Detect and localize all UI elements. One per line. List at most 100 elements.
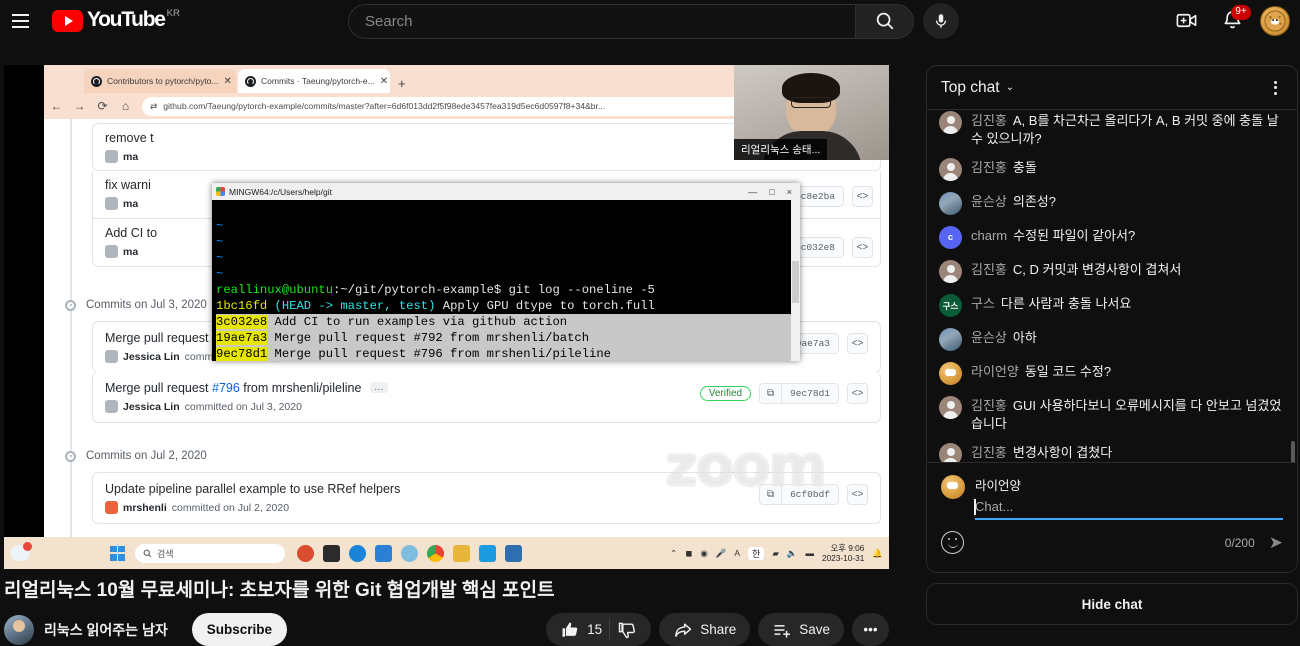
chat-avatar[interactable] [939, 111, 962, 134]
search-input[interactable]: Search [348, 3, 856, 39]
taskbar-clock[interactable]: 오후 9:06 2023-10-31 [822, 543, 864, 563]
chat-author[interactable]: 윤슨상 [971, 194, 1007, 209]
commit-title[interactable]: Merge pull request #796 from mrshenli/pi… [105, 381, 388, 395]
home-icon[interactable]: ⌂ [119, 99, 132, 113]
chat-scrollbar[interactable] [1291, 441, 1295, 462]
tray-mic-icon[interactable]: 🎤 [716, 548, 727, 559]
chat-avatar[interactable] [939, 443, 962, 462]
app-icon-tomato[interactable] [297, 544, 314, 562]
new-tab-button[interactable]: + [392, 76, 412, 93]
notifications-button[interactable]: 9+ [1214, 3, 1251, 39]
account-avatar[interactable] [1260, 5, 1290, 36]
hide-chat-button[interactable]: Hide chat [926, 583, 1298, 625]
chat-author[interactable]: 김진홍 [971, 398, 1007, 413]
commit-row[interactable]: Merge pull request #796 from mrshenli/pi… [92, 372, 881, 423]
close-icon[interactable]: × [787, 187, 792, 197]
commit-title[interactable]: Update pipeline parallel example to use … [105, 482, 400, 496]
back-icon[interactable]: ← [50, 99, 63, 113]
browse-code-icon[interactable]: <> [852, 237, 873, 258]
browse-code-icon[interactable]: <> [847, 484, 868, 505]
tray-app-icon[interactable]: ◼ [685, 548, 692, 559]
app-icon-chrome[interactable] [427, 544, 444, 562]
webcam-overlay[interactable]: 리얼리눅스 송태... [734, 65, 889, 160]
app-icon-calendar[interactable] [375, 544, 392, 562]
chat-input[interactable]: Chat... [974, 499, 1283, 520]
git-bash-terminal-window[interactable]: MINGW64:/c/Users/help/git — □ × ~ ~ ~ ~ … [212, 183, 800, 361]
copy-sha-group[interactable]: ⧉ 6cf0bdf [759, 484, 839, 505]
chat-message-list[interactable]: 김진홍 A, B를 차근차근 올리다가 A, B 커밋 중에 충돌 날 수 있으니… [927, 111, 1297, 462]
chat-author[interactable]: charm [971, 228, 1007, 243]
video-player[interactable]: ▾ Contributors to pytorch/pyto... ✕ Comm… [4, 65, 889, 569]
search-button[interactable] [856, 3, 914, 39]
voice-search-button[interactable] [923, 3, 959, 39]
commit-author[interactable]: Jessica Lin [123, 401, 180, 413]
youtube-logo[interactable]: YouTube KR [52, 8, 180, 32]
chat-author[interactable]: 김진홍 [971, 113, 1007, 128]
app-icon-zoom[interactable] [479, 544, 496, 562]
app-icon-photos[interactable] [401, 544, 418, 562]
pr-link[interactable]: #796 [212, 381, 240, 395]
close-tab-icon[interactable]: ✕ [224, 76, 232, 87]
channel-avatar[interactable] [4, 614, 34, 645]
browse-code-icon[interactable]: <> [847, 383, 868, 404]
tray-font-icon[interactable]: A [734, 548, 740, 558]
chat-author[interactable]: 라이언양 [971, 364, 1019, 379]
chat-avatar[interactable] [939, 158, 962, 181]
emoji-smiley-icon[interactable] [941, 531, 964, 554]
share-button[interactable]: Share [659, 613, 751, 646]
tray-wifi-icon[interactable]: ▰ [772, 548, 779, 559]
chat-menu-button[interactable] [1268, 75, 1283, 101]
reload-icon[interactable]: ⟳ [96, 99, 109, 113]
copy-sha-group[interactable]: ⧉ 9ec78d1 [759, 383, 839, 404]
send-arrow-icon[interactable]: ➤ [1269, 534, 1283, 551]
chat-author[interactable]: 구스 [971, 296, 995, 311]
chat-avatar[interactable] [939, 396, 962, 419]
address-input[interactable]: ⇄ github.com/Taeung/pytorch-example/comm… [142, 96, 826, 116]
terminal-output[interactable]: ~ ~ ~ ~ reallinux@ubuntu:~/git/pytorch-e… [212, 200, 800, 361]
commit-row[interactable]: Update pipeline parallel example to use … [92, 472, 881, 524]
browser-tab-1[interactable]: Contributors to pytorch/pyto... ✕ [84, 69, 236, 93]
save-button[interactable]: Save [758, 613, 844, 646]
chat-author[interactable]: 윤슨상 [971, 330, 1007, 345]
terminal-scrollbar[interactable] [791, 200, 800, 361]
verified-badge[interactable]: Verified [699, 386, 752, 401]
subscribe-button[interactable]: Subscribe [191, 613, 287, 646]
commit-sha[interactable]: 9ec78d1 [781, 383, 839, 404]
close-tab-icon[interactable]: ✕ [380, 76, 388, 87]
app-icon-excel[interactable] [505, 544, 522, 562]
chat-mode-selector[interactable]: Top chat ⌄ [941, 79, 1014, 97]
chat-author[interactable]: 김진홍 [971, 160, 1007, 175]
chat-author[interactable]: 김진홍 [971, 262, 1007, 277]
copy-icon[interactable]: ⧉ [759, 383, 782, 404]
more-actions-button[interactable]: ••• [852, 613, 889, 646]
forward-icon[interactable]: → [73, 99, 86, 113]
browse-code-icon[interactable]: <> [847, 333, 868, 354]
expand-message-icon[interactable]: … [369, 382, 388, 393]
chat-author[interactable]: 김진홍 [971, 445, 1007, 460]
windows-start-icon[interactable] [110, 545, 125, 561]
hamburger-menu-icon[interactable] [0, 1, 40, 41]
taskbar-search-input[interactable]: 검색 [135, 543, 285, 563]
chat-avatar[interactable] [939, 328, 962, 351]
tray-record-icon[interactable]: ◉ [700, 548, 707, 559]
commit-sha[interactable]: 6cf0bdf [781, 484, 839, 505]
weather-icon[interactable] [10, 542, 32, 561]
chat-avatar[interactable]: c [939, 226, 962, 249]
browser-tab-2[interactable]: Commits · Taeung/pytorch-e... ✕ [238, 69, 390, 93]
current-user-avatar[interactable] [941, 475, 965, 499]
commit-author[interactable]: mrshenli [123, 502, 167, 514]
ime-language-indicator[interactable]: 한 [748, 546, 765, 560]
create-video-button[interactable] [1168, 3, 1204, 39]
tray-battery-icon[interactable]: ▬ [805, 548, 814, 558]
commit-author[interactable]: Jessica Lin [123, 351, 180, 363]
maximize-icon[interactable]: □ [769, 187, 774, 197]
chat-avatar[interactable] [939, 260, 962, 283]
chat-avatar[interactable] [939, 192, 962, 215]
app-icon-edge[interactable] [349, 544, 366, 562]
app-icon-terminal[interactable] [323, 544, 340, 562]
copy-icon[interactable]: ⧉ [759, 484, 782, 505]
terminal-title-bar[interactable]: MINGW64:/c/Users/help/git — □ × [212, 183, 800, 200]
tray-volume-icon[interactable]: 🔈 [787, 548, 798, 559]
minimize-icon[interactable]: — [748, 187, 757, 197]
chat-avatar[interactable] [939, 362, 962, 385]
